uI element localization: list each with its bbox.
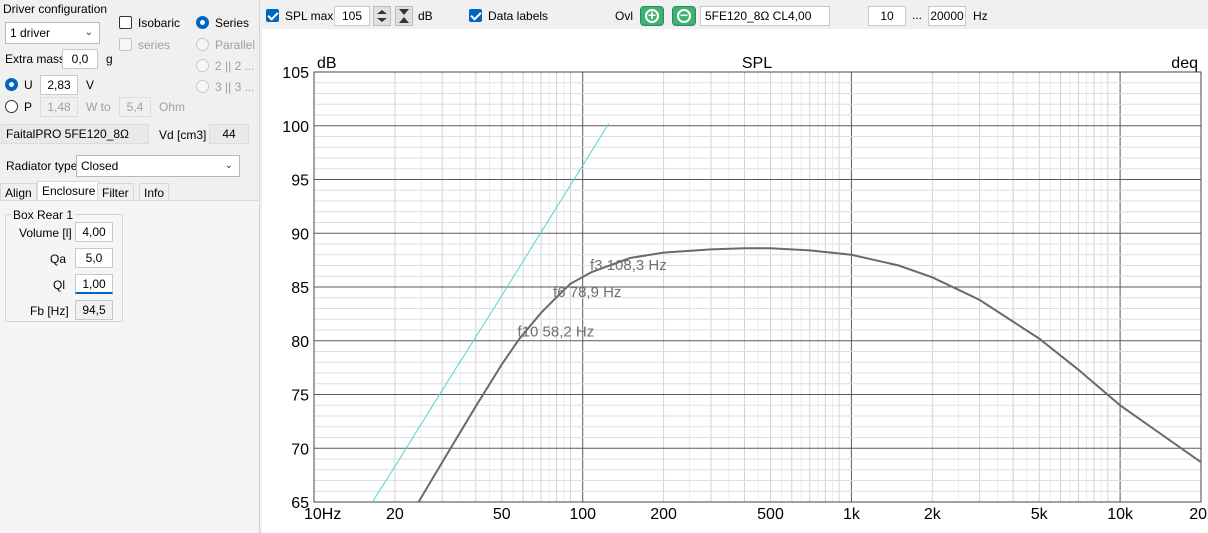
y-axis-label: dB (317, 55, 337, 72)
data-label: f10 58,2 Hz (518, 324, 595, 341)
x-tick-label: 10Hz (304, 506, 341, 523)
y-tick-label: 85 (291, 280, 309, 297)
spl-chart[interactable]: SPL dB deq 6570758085909510010510Hz 20 50 1… (0, 0, 1208, 533)
x-tick-label: 50 (493, 506, 511, 523)
y-tick-label: 105 (282, 65, 309, 82)
chart-grid (313, 71, 1202, 503)
y-tick-label: 95 (291, 173, 309, 190)
chart-title: SPL (742, 55, 772, 72)
x-tick-label: 2k (924, 506, 942, 523)
chart-annotations: f3 108,3 Hz f6 78,9 Hz f10 58,2 Hz (518, 257, 667, 341)
y-tick-label: 80 (291, 334, 309, 351)
x-tick-label: 20 (1189, 506, 1207, 523)
x-tick-label: 100 (569, 506, 596, 523)
x-tick-label: 10k (1107, 506, 1134, 523)
data-label: f3 108,3 Hz (590, 257, 667, 274)
data-label: f6 78,9 Hz (553, 284, 621, 301)
chart-curves (371, 123, 1202, 503)
y-tick-label: 90 (291, 226, 309, 243)
x-tick-label: 5k (1031, 506, 1049, 523)
y-tick-label: 100 (282, 119, 309, 136)
x-tick-label: 1k (843, 506, 861, 523)
x-tick-label: 20 (386, 506, 404, 523)
y-tick-label: 70 (291, 441, 309, 458)
y2-axis-label: deq (1171, 55, 1198, 72)
overlay-curve (371, 123, 610, 503)
y-tick-label: 75 (291, 388, 309, 405)
x-tick-label: 200 (650, 506, 677, 523)
x-tick-label: 500 (757, 506, 784, 523)
